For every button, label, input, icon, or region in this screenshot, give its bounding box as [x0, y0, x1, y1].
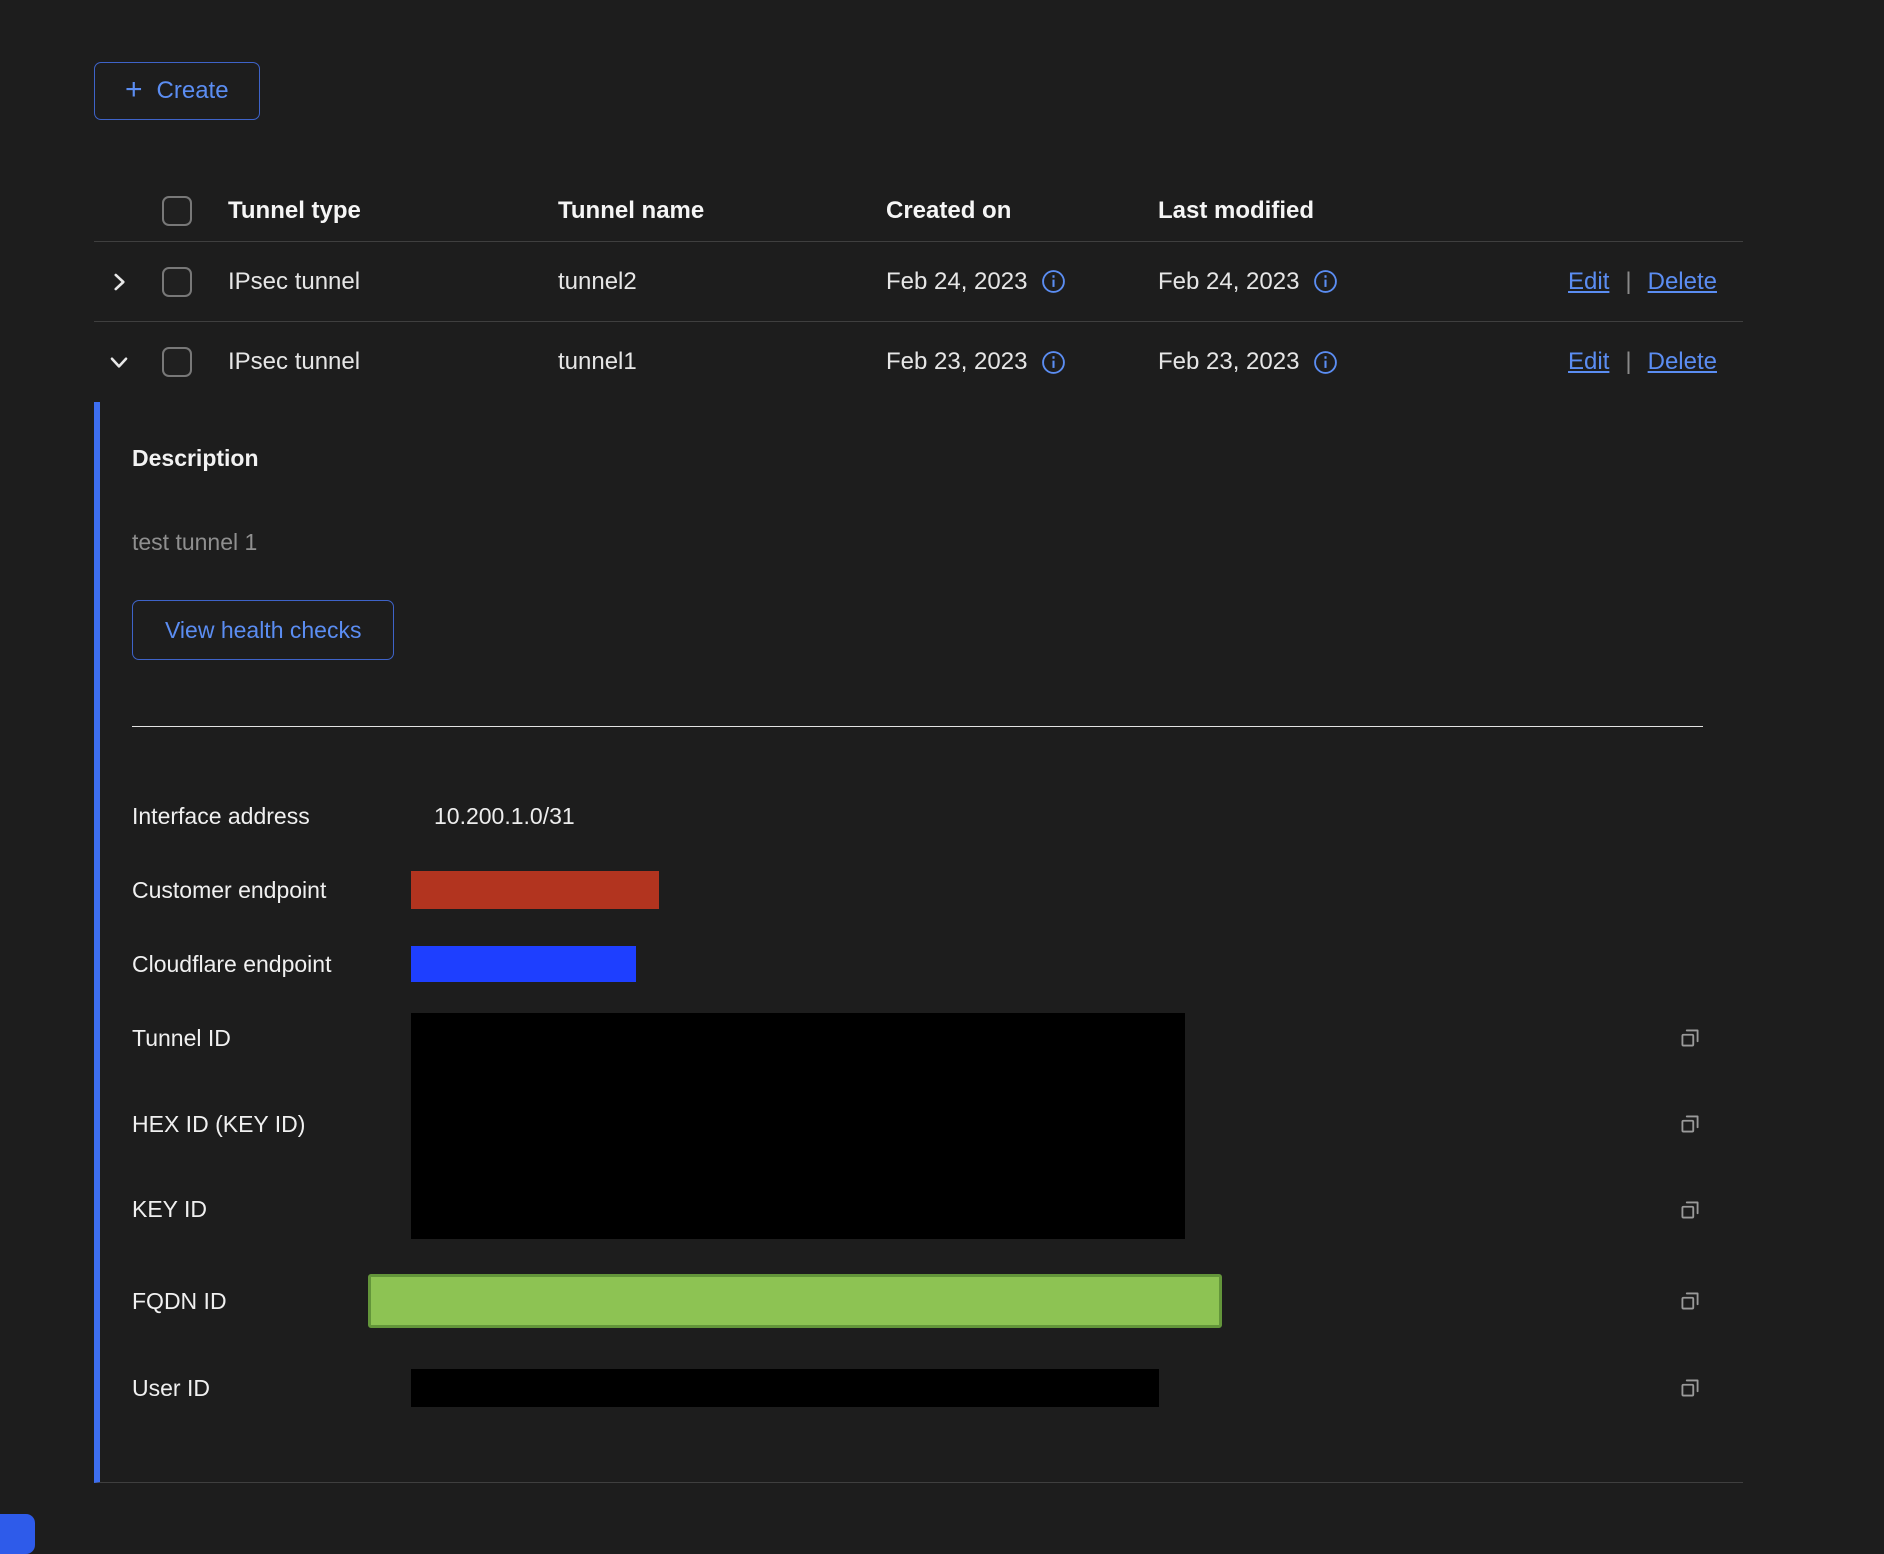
- create-button-label: Create: [157, 77, 229, 105]
- header-tunnel-type: Tunnel type: [228, 197, 558, 225]
- copy-tunnel-id-icon[interactable]: [1677, 1025, 1703, 1051]
- delete-link[interactable]: Delete: [1648, 268, 1717, 296]
- created-on-cell: Feb 23, 2023: [886, 348, 1158, 376]
- created-on-value: Feb 23, 2023: [886, 348, 1027, 376]
- id-labels-column: Tunnel ID HEX ID (KEY ID) KEY ID: [132, 1013, 411, 1239]
- actions-separator: |: [1625, 348, 1631, 376]
- row-checkbox[interactable]: [162, 267, 192, 297]
- divider: [132, 726, 1703, 727]
- interface-address-row: Interface address 10.200.1.0/31: [132, 779, 1703, 853]
- plus-icon: +: [125, 75, 143, 105]
- select-all-checkbox[interactable]: [162, 196, 192, 226]
- customer-endpoint-row: Customer endpoint: [132, 853, 1703, 927]
- last-modified-value: Feb 24, 2023: [1158, 268, 1299, 296]
- id-copy-icons-column: [1185, 1013, 1703, 1239]
- fqdn-id-redaction: [368, 1274, 1222, 1328]
- copy-key-id-icon[interactable]: [1677, 1197, 1703, 1223]
- interface-address-label: Interface address: [132, 803, 411, 830]
- tunnel-name-value: tunnel2: [558, 268, 886, 296]
- table-row-tunnel2: IPsec tunnel tunnel2 Feb 24, 2023 Feb 24…: [94, 242, 1743, 322]
- row-checkbox-cell: [144, 347, 228, 377]
- header-tunnel-name: Tunnel name: [558, 197, 886, 225]
- customer-endpoint-redaction: [411, 871, 659, 909]
- expander-cell: [94, 349, 144, 375]
- created-on-cell: Feb 24, 2023: [886, 268, 1158, 296]
- user-id-redaction: [411, 1369, 1159, 1407]
- floating-action-partial[interactable]: [0, 1514, 35, 1554]
- collapse-row-button[interactable]: [94, 349, 144, 375]
- last-modified-cell: Feb 24, 2023: [1158, 268, 1542, 296]
- row-actions: Edit | Delete: [1542, 268, 1743, 296]
- edit-link[interactable]: Edit: [1568, 268, 1609, 296]
- info-icon[interactable]: [1313, 269, 1338, 294]
- tunnel-type-value: IPsec tunnel: [228, 348, 558, 376]
- edit-link[interactable]: Edit: [1568, 348, 1609, 376]
- copy-hex-id-icon[interactable]: [1677, 1111, 1703, 1137]
- interface-address-value: 10.200.1.0/31: [434, 803, 575, 830]
- header-checkbox-cell: [144, 196, 228, 226]
- copy-fqdn-id-icon[interactable]: [1677, 1288, 1703, 1314]
- table-row-tunnel1: IPsec tunnel tunnel1 Feb 23, 2023 Feb 23…: [94, 322, 1743, 402]
- description-value: test tunnel 1: [132, 528, 1703, 556]
- delete-link[interactable]: Delete: [1648, 348, 1717, 376]
- tunnel-ids-redaction: [411, 1013, 1185, 1239]
- tunnel-type-value: IPsec tunnel: [228, 268, 558, 296]
- main-content: + Create Tunnel type Tunnel name Created…: [94, 62, 1743, 1483]
- tunnel-ids-block: Tunnel ID HEX ID (KEY ID) KEY ID: [132, 1013, 1703, 1239]
- cloudflare-endpoint-label: Cloudflare endpoint: [132, 951, 411, 978]
- tunnel-id-label: Tunnel ID: [132, 1025, 411, 1052]
- info-icon[interactable]: [1041, 269, 1066, 294]
- description-label: Description: [132, 444, 1703, 472]
- user-id-row: User ID: [132, 1369, 1703, 1407]
- info-icon[interactable]: [1041, 350, 1066, 375]
- row-checkbox-cell: [144, 267, 228, 297]
- customer-endpoint-label: Customer endpoint: [132, 877, 411, 904]
- view-health-checks-button[interactable]: View health checks: [132, 600, 394, 660]
- user-id-label: User ID: [132, 1375, 411, 1402]
- fqdn-id-row: FQDN ID: [132, 1274, 1703, 1328]
- row-actions: Edit | Delete: [1542, 348, 1743, 376]
- cloudflare-endpoint-redaction: [411, 946, 636, 982]
- created-on-value: Feb 24, 2023: [886, 268, 1027, 296]
- last-modified-cell: Feb 23, 2023: [1158, 348, 1542, 376]
- expand-row-button[interactable]: [94, 269, 144, 295]
- cloudflare-endpoint-row: Cloudflare endpoint: [132, 927, 1703, 1001]
- expander-cell: [94, 269, 144, 295]
- header-last-modified: Last modified: [1158, 197, 1542, 225]
- header-created-on: Created on: [886, 197, 1158, 225]
- table-header: Tunnel type Tunnel name Created on Last …: [94, 180, 1743, 242]
- hex-id-label: HEX ID (KEY ID): [132, 1111, 411, 1138]
- info-icon[interactable]: [1313, 350, 1338, 375]
- copy-user-id-icon[interactable]: [1677, 1375, 1703, 1401]
- chevron-right-icon: [106, 269, 132, 295]
- tunnel-name-value: tunnel1: [558, 348, 886, 376]
- row-checkbox[interactable]: [162, 347, 192, 377]
- fqdn-id-label: FQDN ID: [132, 1288, 368, 1315]
- chevron-down-icon: [106, 349, 132, 375]
- create-button[interactable]: + Create: [94, 62, 260, 120]
- key-id-label: KEY ID: [132, 1196, 411, 1223]
- last-modified-value: Feb 23, 2023: [1158, 348, 1299, 376]
- actions-separator: |: [1625, 268, 1631, 296]
- tunnel-detail-panel: Description test tunnel 1 View health ch…: [94, 402, 1743, 1483]
